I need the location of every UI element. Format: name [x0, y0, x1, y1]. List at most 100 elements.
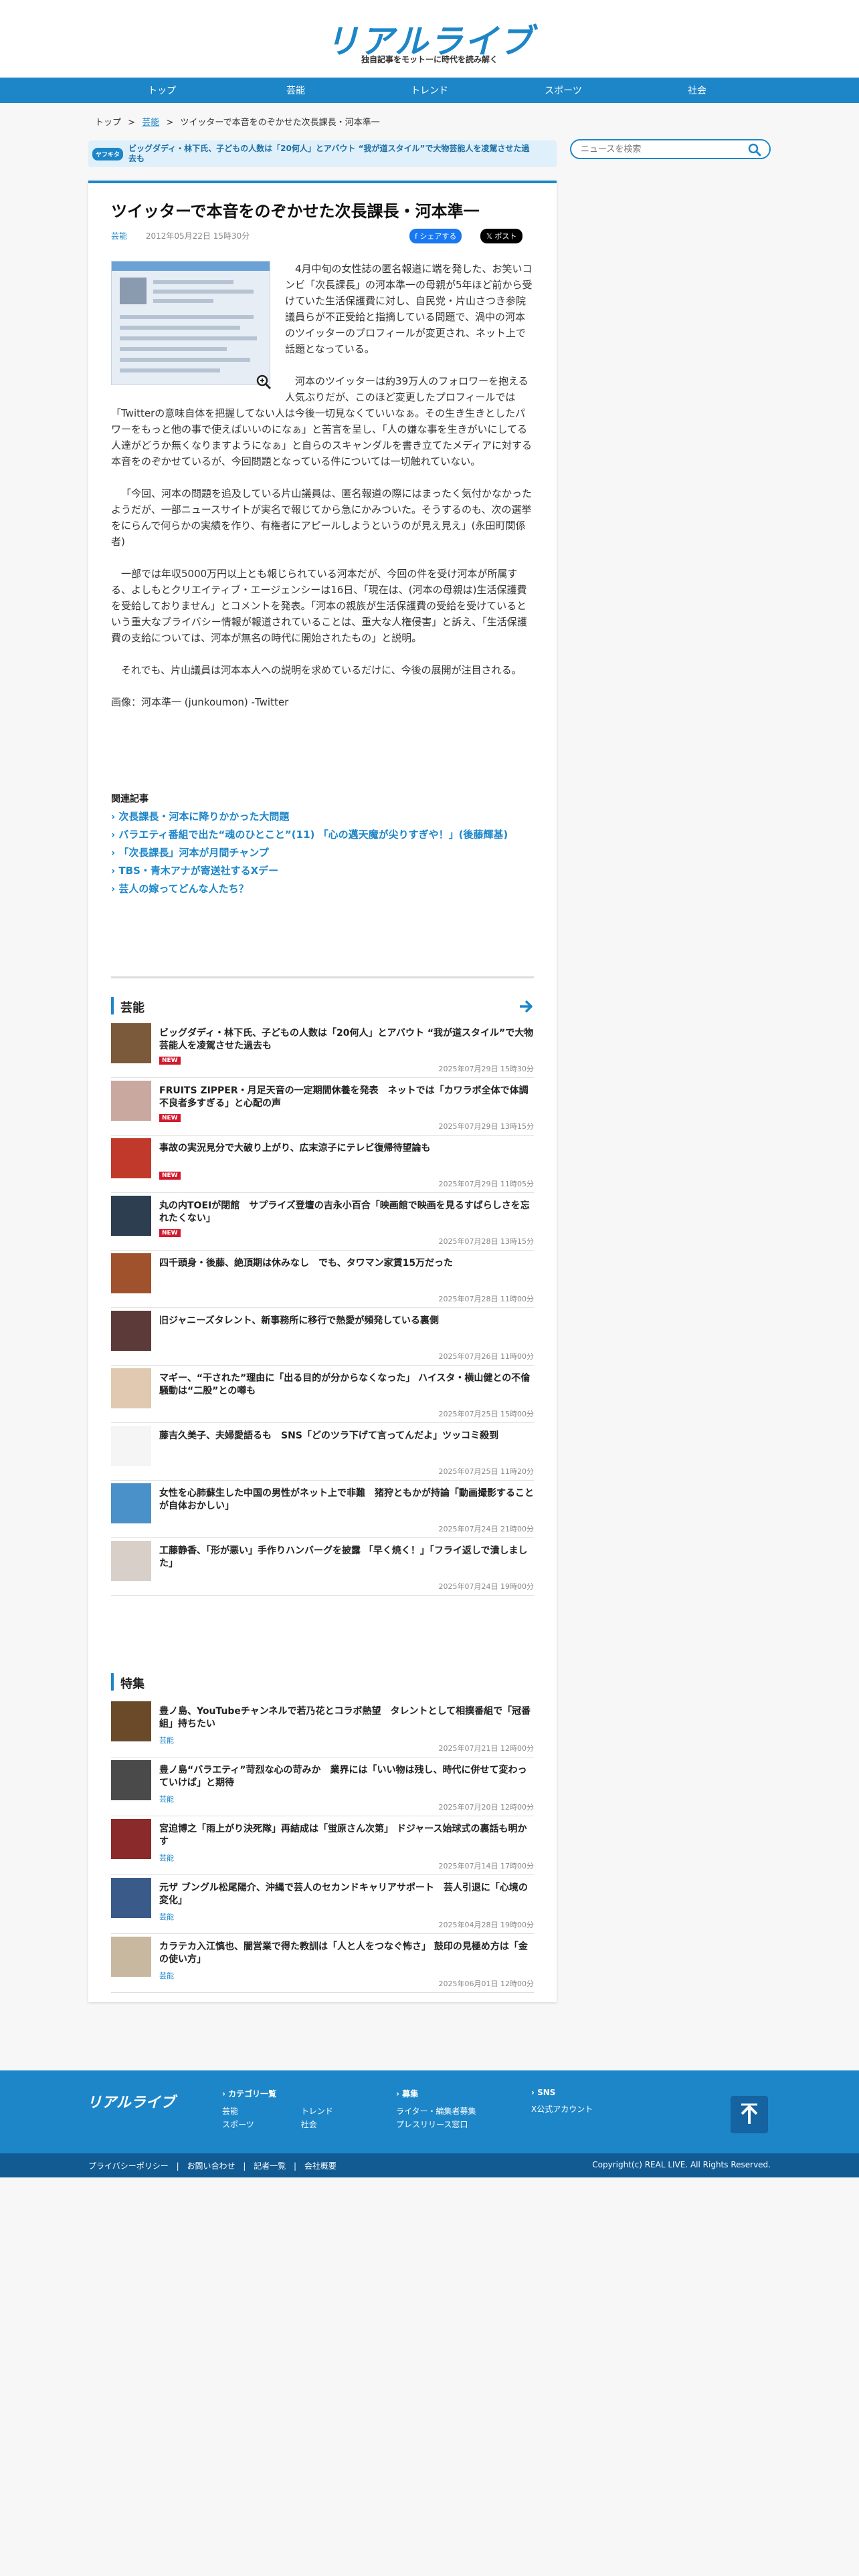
news-date: 2025年07月29日 11時05分	[438, 1180, 534, 1188]
news-item[interactable]: 藤吉久美子、夫婦愛語るも SNS「どのツラ下げて言ってんだよ」ツッコミ殺到 202…	[111, 1426, 534, 1481]
news-title[interactable]: 四千頭身・後藤、絶頂期は休みなし でも、タワマン家賃15万だった	[159, 1257, 534, 1270]
news-item[interactable]: 宮迫博之「雨上がり決死隊」再結成は「蛍原さん次第」 ドジャース始球式の裏話も明か…	[111, 1819, 534, 1875]
news-title[interactable]: 女性を心肺蘇生した中国の男性がネット上で非難 猪狩ともかが持論「動画撮影すること…	[159, 1487, 534, 1513]
news-thumbnail[interactable]	[111, 1426, 151, 1466]
main-nav: トップ 芸能 トレンド スポーツ 社会	[0, 78, 859, 103]
news-item[interactable]: ビッグダディ・林下氏、子どもの人数は「20何人」とアバウト “我が道スタイル”で…	[111, 1023, 534, 1078]
facebook-share-button[interactable]: f シェアする	[409, 229, 462, 243]
footer-link[interactable]: 社会	[301, 2118, 333, 2131]
news-thumbnail[interactable]	[111, 1937, 151, 1977]
footer-link[interactable]: スポーツ	[222, 2118, 254, 2131]
news-item[interactable]: FRUITS ZIPPER・月足天音の一定期間休養を発表 ネットでは「カワラボ全…	[111, 1081, 534, 1136]
footer-link[interactable]: トレンド	[301, 2105, 333, 2118]
footer-separator: |	[243, 2161, 246, 2171]
nav-item-sports[interactable]: スポーツ	[496, 84, 630, 97]
news-date: 2025年07月25日 11時20分	[438, 1467, 534, 1476]
footer-recruit: › 募集 ライター・編集者募集 プレスリリース窓口	[396, 2088, 476, 2131]
geino-section: 芸能 ビッグダディ・林下氏、子どもの人数は「20何人」とアバウト “我が道スタイ…	[111, 976, 534, 1596]
nav-item-trend[interactable]: トレンド	[363, 84, 496, 97]
news-date: 2025年07月21日 12時00分	[438, 1744, 534, 1753]
breadcrumb-geino[interactable]: 芸能	[142, 118, 159, 128]
news-item[interactable]: 元ザ ブングル松尾陽介、沖縄で芸人のセカンドキャリアサポート 芸人引退に「心境の…	[111, 1878, 534, 1934]
news-thumbnail[interactable]	[111, 1878, 151, 1918]
nav-item-geino[interactable]: 芸能	[229, 84, 363, 97]
news-title[interactable]: 事故の実況見分で大破り上がり、広末涼子にテレビ復帰待望論も	[159, 1142, 534, 1155]
nav-item-society[interactable]: 社会	[630, 84, 764, 97]
footer-link[interactable]: ライター・編集者募集	[396, 2105, 476, 2118]
footer-heading: › SNS	[531, 2088, 556, 2097]
search-input[interactable]	[581, 143, 741, 155]
news-thumbnail[interactable]	[111, 1760, 151, 1800]
news-thumbnail[interactable]	[111, 1701, 151, 1741]
breadcrumb-separator: >	[166, 118, 174, 128]
company-link[interactable]: 会社概要	[304, 2161, 337, 2171]
news-thumbnail[interactable]	[111, 1541, 151, 1581]
news-thumbnail[interactable]	[111, 1483, 151, 1523]
news-item[interactable]: 工藤静香、「形が悪い」手作りハンバーグを披露 「早く焼く！」「フライ返しで潰しま…	[111, 1541, 534, 1596]
news-date: 2025年07月28日 13時15分	[438, 1237, 534, 1246]
search-icon[interactable]	[748, 143, 761, 156]
search-box	[570, 139, 771, 159]
news-title[interactable]: 元ザ ブングル松尾陽介、沖縄で芸人のセカンドキャリアサポート 芸人引退に「心境の…	[159, 1882, 534, 1907]
news-date: 2025年07月29日 13時15分	[438, 1122, 534, 1131]
related-link[interactable]: › 「次長課長」河本が月間チャンプ	[111, 845, 534, 860]
news-title[interactable]: ビッグダディ・林下氏、子どもの人数は「20何人」とアバウト “我が道スタイル”で…	[159, 1027, 534, 1053]
news-item[interactable]: 事故の実況見分で大破り上がり、広末涼子にテレビ復帰待望論も NEW 2025年07月…	[111, 1138, 534, 1193]
new-badge: NEW	[159, 1172, 181, 1180]
news-title[interactable]: 宮迫博之「雨上がり決死隊」再結成は「蛍原さん次第」 ドジャース始球式の裏話も明か…	[159, 1823, 534, 1848]
nav-item-top[interactable]: トップ	[95, 84, 229, 97]
news-thumbnail[interactable]	[111, 1023, 151, 1063]
page-top-button[interactable]	[731, 2096, 768, 2133]
news-title[interactable]: 藤吉久美子、夫婦愛語るも SNS「どのツラ下げて言ってんだよ」ツッコミ殺到	[159, 1430, 534, 1442]
arrow-right-icon[interactable]	[518, 998, 534, 1014]
news-thumbnail[interactable]	[111, 1081, 151, 1121]
news-item[interactable]: 豊ノ島、YouTubeチャンネルで若乃花とコラボ熱望 タレントとして相撲番組で「…	[111, 1701, 534, 1757]
news-title[interactable]: カラテカ入江慎也、闇営業で得た教訓は「人と人をつなぐ怖さ」 鼓印の見極め方は「金…	[159, 1941, 534, 1966]
related-link[interactable]: › TBS・青木アナが寄送社するXデー	[111, 863, 534, 878]
footer-logo[interactable]: リアルライブ	[87, 2090, 175, 2112]
news-thumbnail[interactable]	[111, 1196, 151, 1236]
news-item[interactable]: 丸の内TOEIが閉館 サプライズ登壇の吉永小百合「映画館で映画を見るすばらしさを…	[111, 1196, 534, 1251]
related-link[interactable]: › 芸人の嫁ってどんな人たち？	[111, 881, 534, 896]
news-item[interactable]: 四千頭身・後藤、絶頂期は休みなし でも、タワマン家賃15万だった 2025年07月…	[111, 1253, 534, 1308]
news-title[interactable]: 工藤静香、「形が悪い」手作りハンバーグを披露 「早く焼く！」「フライ返しで潰しま…	[159, 1545, 534, 1570]
privacy-policy-link[interactable]: プライバシーポリシー	[88, 2161, 169, 2171]
breadcrumb-top[interactable]: トップ	[95, 118, 121, 128]
headline-ticker[interactable]: ヤフキタ ビッグダディ・林下氏、子どもの人数は「20何人」とアバウト “我が道ス…	[88, 140, 557, 167]
news-title[interactable]: マギー、“干された”理由に「出る目的が分からなくなった」 ハイスタ・横山健との不…	[159, 1372, 534, 1398]
footer-link[interactable]: X公式アカウント	[531, 2103, 593, 2116]
news-item[interactable]: マギー、“干された”理由に「出る目的が分からなくなった」 ハイスタ・横山健との不…	[111, 1368, 534, 1423]
article-body: 4月中旬の女性誌の匿名報道に端を発した、お笑いコンビ「次長課長」の河本準一の母親…	[111, 261, 534, 726]
article-title: ツイッターで本音をのぞかせた次長課長・河本準一	[111, 202, 480, 221]
news-title[interactable]: 丸の内TOEIが閉館 サプライズ登壇の吉永小百合「映画館で映画を見るすばらしさを…	[159, 1200, 534, 1225]
news-thumbnail[interactable]	[111, 1311, 151, 1351]
news-thumbnail[interactable]	[111, 1368, 151, 1408]
related-link[interactable]: › バラエティ番組で出た“魂のひとこと”(11) 「心の邁天魔が尖りすぎや！」(…	[111, 827, 534, 842]
news-title[interactable]: 旧ジャニーズタレント、新事務所に移行で熱愛が頻発している裏側	[159, 1315, 534, 1327]
footer-link[interactable]: 芸能	[222, 2105, 254, 2118]
tokushu-news-list: 豊ノ島、YouTubeチャンネルで若乃花とコラボ熱望 タレントとして相撲番組で「…	[111, 1701, 534, 1996]
news-item[interactable]: カラテカ入江慎也、闇営業で得た教訓は「人と人をつなぐ怖さ」 鼓印の見極め方は「金…	[111, 1937, 534, 1993]
contact-link[interactable]: お問い合わせ	[187, 2161, 235, 2171]
section-header: 芸能	[111, 976, 534, 1015]
article-category[interactable]: 芸能	[111, 231, 127, 241]
news-title[interactable]: 豊ノ島“バラエティ”苛烈な心の苛みか 業界には「いい物は残し、時代に併せて変わっ…	[159, 1764, 534, 1790]
footer-separator: |	[176, 2161, 179, 2171]
news-title[interactable]: FRUITS ZIPPER・月足天音の一定期間休養を発表 ネットでは「カワラボ全…	[159, 1085, 534, 1110]
related-link[interactable]: › 次長課長・河本に降りかかった大問題	[111, 809, 534, 824]
facebook-icon: f	[415, 232, 417, 241]
ticker-text[interactable]: ビッグダディ・林下氏、子どもの人数は「20何人」とアバウト “我が道スタイル”で…	[128, 144, 537, 164]
news-item[interactable]: 豊ノ島“バラエティ”苛烈な心の苛みか 業界には「いい物は残し、時代に併せて変わっ…	[111, 1760, 534, 1816]
news-thumbnail[interactable]	[111, 1253, 151, 1293]
breadcrumb: トップ > 芸能 > ツイッターで本音をのぞかせた次長課長・河本準一	[95, 115, 380, 128]
x-post-button[interactable]: 𝕏 ポスト	[480, 229, 523, 243]
x-post-label: ポスト	[494, 232, 517, 241]
news-item[interactable]: 旧ジャニーズタレント、新事務所に移行で熱愛が頻発している裏側 2025年07月26…	[111, 1311, 534, 1366]
news-item[interactable]: 女性を心肺蘇生した中国の男性がネット上で非難 猪狩ともかが持論「動画撮影すること…	[111, 1483, 534, 1538]
section-header: 特集	[111, 1654, 534, 1691]
footer-link[interactable]: プレスリリース窓口	[396, 2118, 476, 2131]
news-title[interactable]: 豊ノ島、YouTubeチャンネルで若乃花とコラボ熱望 タレントとして相撲番組で「…	[159, 1705, 534, 1731]
news-thumbnail[interactable]	[111, 1819, 151, 1859]
news-thumbnail[interactable]	[111, 1138, 151, 1178]
writers-link[interactable]: 記者一覧	[254, 2161, 286, 2171]
